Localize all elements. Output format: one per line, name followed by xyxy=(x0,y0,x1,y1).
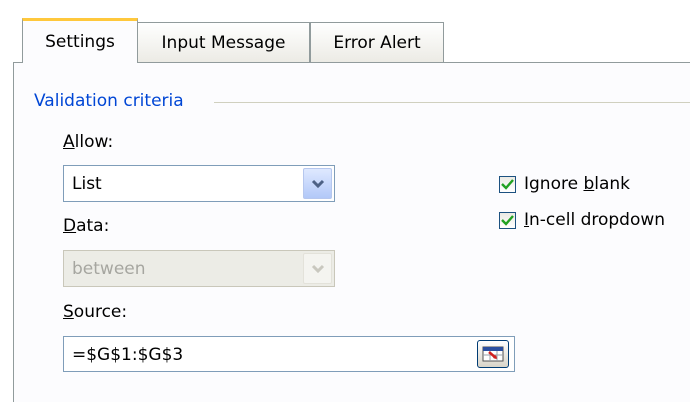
chevron-down-icon xyxy=(303,253,332,284)
collapse-dialog-icon[interactable] xyxy=(477,340,509,368)
chevron-down-icon[interactable] xyxy=(303,168,332,199)
in-cell-dropdown-checkbox[interactable]: In-cell dropdown xyxy=(499,210,665,230)
data-dropdown: between xyxy=(63,250,335,287)
data-label: Data: xyxy=(63,216,110,236)
checkmark-icon[interactable] xyxy=(499,211,516,229)
allow-value: List xyxy=(72,174,102,194)
checkmark-icon[interactable] xyxy=(499,175,516,193)
source-input[interactable]: =$G$1:$G$3 xyxy=(63,336,515,372)
allow-label: Allow: xyxy=(63,132,114,152)
data-value: between xyxy=(72,259,146,279)
tab-error-alert-label: Error Alert xyxy=(333,32,421,53)
source-value: =$G$1:$G$3 xyxy=(72,345,184,365)
tab-input-message-label: Input Message xyxy=(161,32,286,53)
validation-criteria-title: Validation criteria xyxy=(34,91,184,111)
tab-error-alert[interactable]: Error Alert xyxy=(310,22,444,62)
group-divider xyxy=(214,102,690,103)
in-cell-dropdown-label: In-cell dropdown xyxy=(524,210,666,230)
source-label: Source: xyxy=(63,302,128,322)
ignore-blank-checkbox[interactable]: Ignore blank xyxy=(499,174,630,194)
allow-dropdown[interactable]: List xyxy=(63,165,335,202)
tab-input-message[interactable]: Input Message xyxy=(137,22,310,62)
tab-settings-label: Settings xyxy=(45,32,115,52)
ignore-blank-label: Ignore blank xyxy=(524,174,631,194)
tab-settings[interactable]: Settings xyxy=(22,18,138,63)
